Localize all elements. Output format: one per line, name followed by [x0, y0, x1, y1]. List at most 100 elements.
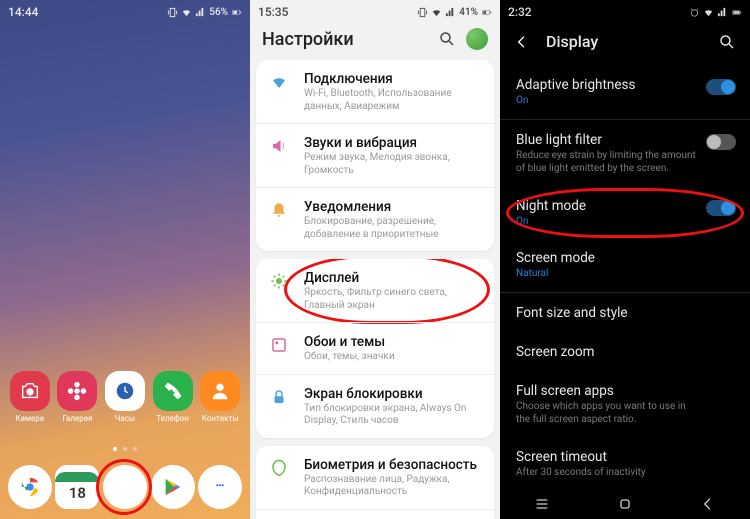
wifi-icon [431, 7, 442, 18]
item-sub: Reduce eye strain by limiting the amount… [516, 150, 696, 175]
display-item[interactable]: Adaptive brightness On [500, 65, 750, 117]
clock-text: 15:35 [258, 5, 288, 19]
settings-list-screen: 15:35 41% Настройки ПодключенияWi-Fi, Bl… [250, 0, 500, 519]
vibrate-icon [417, 7, 428, 18]
dock-messages[interactable] [197, 465, 243, 509]
row-sub: Тип блокировки экрана, Always On Display… [304, 403, 482, 428]
display-item[interactable]: Night modeOn [500, 186, 750, 238]
app-label: Часы [115, 414, 135, 423]
app-label: Контакты [202, 414, 239, 423]
status-icons: 56% [167, 7, 242, 18]
dock-play[interactable] [150, 465, 196, 509]
row-title: Подключения [304, 71, 482, 87]
vibrate-icon [167, 7, 178, 18]
status-bar: 15:35 41% [250, 0, 500, 22]
settings-card: ДисплейЯркость, Фильтр синего света, Гла… [256, 259, 494, 438]
recents-icon[interactable] [534, 496, 550, 512]
row-sub: Wi-Fi, Bluetooth, Использование данных, … [304, 88, 482, 113]
home-screen: 14:44 56% Камера Галерея Часы Телефон К [0, 0, 250, 519]
clock-text: 14:44 [8, 5, 38, 19]
dock-chrome[interactable] [7, 465, 53, 509]
row-title: Звуки и вибрация [304, 135, 482, 151]
display-header: Display [500, 22, 750, 65]
status-bar: 2:32 [500, 0, 750, 22]
search-icon[interactable] [438, 30, 456, 48]
item-title: Full screen apps [516, 383, 734, 399]
display-item[interactable]: Screen zoom [500, 332, 750, 371]
bio-icon [268, 457, 290, 499]
row-title: Дисплей [304, 270, 482, 286]
wifi-icon [268, 71, 290, 113]
calendar-day: 18 [69, 484, 86, 502]
item-title: Blue light filter [516, 132, 734, 148]
sound-icon [268, 135, 290, 177]
settings-header: Настройки [250, 22, 500, 60]
phone-icon [162, 380, 184, 402]
row-sub: Блокирование, разрешение, добавление в п… [304, 216, 482, 241]
signal-icon [717, 7, 728, 18]
dock-row: 18 [0, 465, 250, 509]
display-item[interactable]: Full screen apps Choose which apps you wa… [500, 371, 750, 437]
settings-row-lock[interactable]: Экран блокировкиТип блокировки экрана, A… [256, 374, 494, 438]
settings-row-wifi[interactable]: ПодключенияWi-Fi, Bluetooth, Использован… [256, 60, 494, 123]
item-sub: Choose which apps you want to use in the… [516, 401, 696, 426]
settings-row-cloud[interactable]: Учетные записи и архивацияSamsung Cloud,… [256, 509, 494, 519]
display-item[interactable]: Font size and style [500, 293, 750, 332]
item-value: On [516, 95, 734, 106]
app-label: Телефон [156, 414, 188, 423]
settings-row-bio[interactable]: Биометрия и безопасностьРаспознавание ли… [256, 446, 494, 509]
battery-icon [481, 7, 492, 18]
item-title: Night mode [516, 198, 734, 214]
home-icon[interactable] [617, 496, 633, 512]
settings-row-bell[interactable]: УведомленияБлокирование, разрешение, доб… [256, 187, 494, 251]
row-sub: Распознавание лица, Радужка, Конфиденциа… [304, 474, 482, 499]
app-camera[interactable]: Камера [7, 371, 53, 423]
nav-bar [500, 489, 750, 519]
toggle-switch[interactable] [706, 134, 736, 150]
settings-row-sound[interactable]: Звуки и вибрацияРежим звука, Мелодия зво… [256, 123, 494, 187]
row-title: Экран блокировки [304, 386, 482, 402]
app-contacts[interactable]: Контакты [197, 371, 243, 423]
flower-icon [66, 380, 88, 402]
bright-icon [268, 270, 290, 312]
row-title: Биометрия и безопасность [304, 457, 482, 473]
back-icon[interactable] [514, 34, 530, 50]
item-title: Screen mode [516, 250, 734, 266]
status-icons: 41% [417, 7, 492, 18]
app-phone[interactable]: Телефон [150, 371, 196, 423]
item-title: Font size and style [516, 305, 734, 321]
dock-calendar[interactable]: 18 [54, 465, 100, 509]
back-nav-icon[interactable] [700, 496, 716, 512]
chrome-icon [19, 476, 41, 498]
status-icons [689, 7, 742, 18]
avatar[interactable] [466, 28, 488, 50]
item-title: Screen timeout [516, 449, 734, 465]
settings-row-wall[interactable]: Обои и темыОбои, темы, значки [256, 322, 494, 374]
status-bar: 14:44 56% [0, 0, 250, 22]
app-row: Камера Галерея Часы Телефон Контакты [0, 371, 250, 423]
alarm-icon [689, 7, 700, 18]
battery-text: 41% [459, 7, 478, 18]
row-title: Обои и темы [304, 334, 482, 350]
display-item[interactable]: Blue light filter Reduce eye strain by li… [500, 120, 750, 186]
item-value: Natural [516, 268, 734, 279]
wifi-icon [703, 7, 714, 18]
app-gallery[interactable]: Галерея [54, 371, 100, 423]
person-icon [209, 380, 231, 402]
app-clock[interactable]: Часы [102, 371, 148, 423]
item-title: Adaptive brightness [516, 77, 734, 93]
settings-card: ПодключенияWi-Fi, Bluetooth, Использован… [256, 60, 494, 251]
row-sub: Яркость, Фильтр синего света, Главный эк… [304, 287, 482, 312]
dock-settings[interactable] [102, 465, 148, 509]
toggle-switch[interactable] [706, 79, 736, 95]
page-indicator [0, 447, 250, 451]
battery-icon [231, 7, 242, 18]
toggle-switch[interactable] [706, 200, 736, 216]
search-icon[interactable] [718, 33, 736, 51]
display-settings-screen: 2:32 Display Adaptive brightness On Blue l… [500, 0, 750, 519]
display-item[interactable]: Screen timeoutAfter 30 seconds of inacti… [500, 437, 750, 491]
display-item[interactable]: Screen mode Natural [500, 238, 750, 290]
camera-icon [19, 380, 41, 402]
settings-row-bright[interactable]: ДисплейЯркость, Фильтр синего света, Гла… [256, 259, 494, 322]
app-label: Галерея [62, 414, 92, 423]
